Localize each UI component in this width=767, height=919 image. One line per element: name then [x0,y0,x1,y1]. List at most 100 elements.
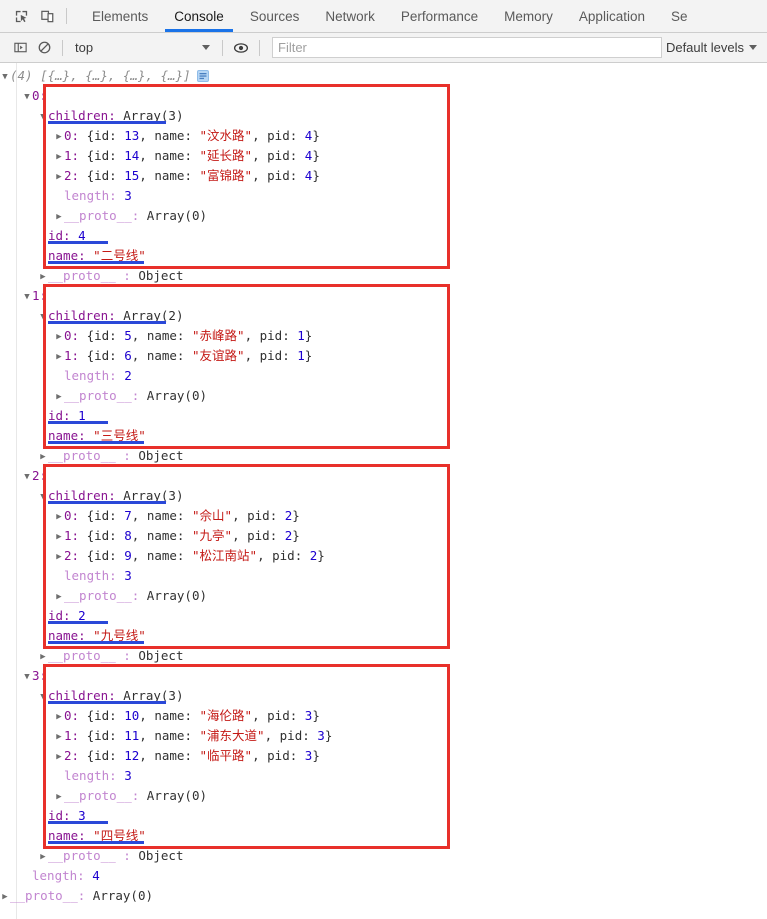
disclosure-triangle[interactable] [0,67,10,87]
group-name-row: name: "二号线" [0,246,767,266]
name-key: name: [48,248,86,263]
child-name-key: name: [154,128,192,143]
disclosure-triangle[interactable] [38,687,48,707]
group-index-row: 1: [0,286,767,306]
property-value: Array(3) [123,488,184,503]
child-object-row: 2: {id: 12, name: "临平路", pid: 3} [0,746,767,766]
tab-label: Sources [249,8,300,24]
disclosure-triangle[interactable] [38,307,48,327]
tab-label: Application [578,8,645,24]
disclosure-triangle[interactable] [54,707,64,727]
child-id-key: id: [94,168,117,183]
proto-key: __proto__: [64,588,140,603]
disclosure-triangle[interactable] [54,527,64,547]
tab-console[interactable]: Console [161,0,237,32]
child-object-row: 1: {id: 8, name: "九亭", pid: 2} [0,526,767,546]
disclosure-triangle[interactable] [54,167,64,187]
group-index-row: 0: [0,86,767,106]
devtools-tabbar: Elements Console Sources Network Perform… [0,0,767,33]
tab-elements[interactable]: Elements [79,0,161,32]
tab-sources[interactable]: Sources [237,0,313,32]
proto-key: __proto__ [48,648,116,663]
tab-network[interactable]: Network [312,0,388,32]
log-level-select[interactable]: Default levels [666,40,761,55]
child-id-key: id: [94,328,117,343]
disclosure-triangle[interactable] [54,727,64,747]
children-proto-row: __proto__: Array(0) [0,206,767,226]
disclosure-triangle[interactable] [22,667,32,687]
child-id-value: 15 [124,168,140,183]
disclosure-triangle[interactable] [54,147,64,167]
name-key: name: [48,428,86,443]
disclosure-triangle[interactable] [54,327,64,347]
proto-key: __proto__: [64,388,140,403]
disclosure-triangle[interactable] [54,747,64,767]
tab-label: Elements [92,8,149,24]
tab-performance[interactable]: Performance [388,0,491,32]
tab-label: Network [325,8,375,24]
proto-value: Array(0) [146,388,208,403]
proto-key: __proto__ [48,848,116,863]
source-info-badge[interactable] [196,68,209,82]
child-id-value: 5 [124,328,132,343]
tab-security[interactable]: Se [658,0,701,32]
disclosure-triangle[interactable] [54,127,64,147]
proto-colon: : [123,648,131,663]
property-value: Array(3) [123,108,184,123]
disclosure-triangle[interactable] [0,887,10,907]
live-expression-eye-icon[interactable] [229,36,253,60]
disclosure-triangle[interactable] [38,447,48,467]
proto-key: __proto__ [48,268,116,283]
child-pid-key: pid: [272,548,303,563]
name-key: name: [48,828,86,843]
disclosure-triangle[interactable] [22,467,32,487]
child-name-value: "延长路" [199,148,253,163]
children-proto-row: __proto__: Array(0) [0,386,767,406]
name-value: "二号线" [93,248,146,263]
child-id-value: 9 [124,548,132,563]
property-key: children: [48,108,116,123]
disclosure-triangle[interactable] [54,347,64,367]
group-id-row: id: 4 [0,226,767,246]
chevron-down-icon [749,45,757,50]
execution-context-select[interactable]: top [75,40,216,55]
child-name-value: "友谊路" [192,348,245,363]
console-sidebar-icon[interactable] [8,36,32,60]
tab-label: Console [174,8,224,24]
group-index-row: 3: [0,666,767,686]
clear-console-icon[interactable] [32,36,56,60]
disclosure-triangle[interactable] [38,847,48,867]
group-id-row: id: 1 [0,406,767,426]
child-object-row: 1: {id: 14, name: "延长路", pid: 4} [0,146,767,166]
group-proto-row: __proto__ : Object [0,646,767,666]
disclosure-triangle[interactable] [38,647,48,667]
disclosure-triangle[interactable] [22,87,32,107]
disclosure-triangle[interactable] [54,507,64,527]
disclosure-triangle[interactable] [22,287,32,307]
disclosure-triangle[interactable] [54,587,64,607]
inspect-element-icon[interactable] [8,3,34,29]
console-filter-input[interactable] [272,37,662,58]
device-toolbar-icon[interactable] [34,3,60,29]
disclosure-triangle[interactable] [54,787,64,807]
property-key: children: [48,688,116,703]
disclosure-triangle[interactable] [38,267,48,287]
property-value: Array(3) [123,688,184,703]
disclosure-triangle[interactable] [38,107,48,127]
disclosure-triangle[interactable] [54,547,64,567]
disclosure-triangle[interactable] [54,207,64,227]
child-index: 1: [64,528,80,543]
disclosure-triangle[interactable] [54,387,64,407]
length-key: length: [64,768,117,783]
console-output: (4) [{…}, {…}, {…}, {…}]0:children: Arra… [0,63,767,919]
tab-application[interactable]: Application [566,0,658,32]
children-proto-row: __proto__: Array(0) [0,586,767,606]
child-id-key: id: [94,748,117,763]
object-index: 1: [32,288,48,303]
proto-key: __proto__: [64,208,140,223]
tab-label: Performance [400,8,479,24]
name-value: "四号线" [93,828,146,843]
disclosure-triangle[interactable] [38,487,48,507]
console-filter-toolbar: top Default levels [0,33,767,63]
tab-memory[interactable]: Memory [491,0,566,32]
